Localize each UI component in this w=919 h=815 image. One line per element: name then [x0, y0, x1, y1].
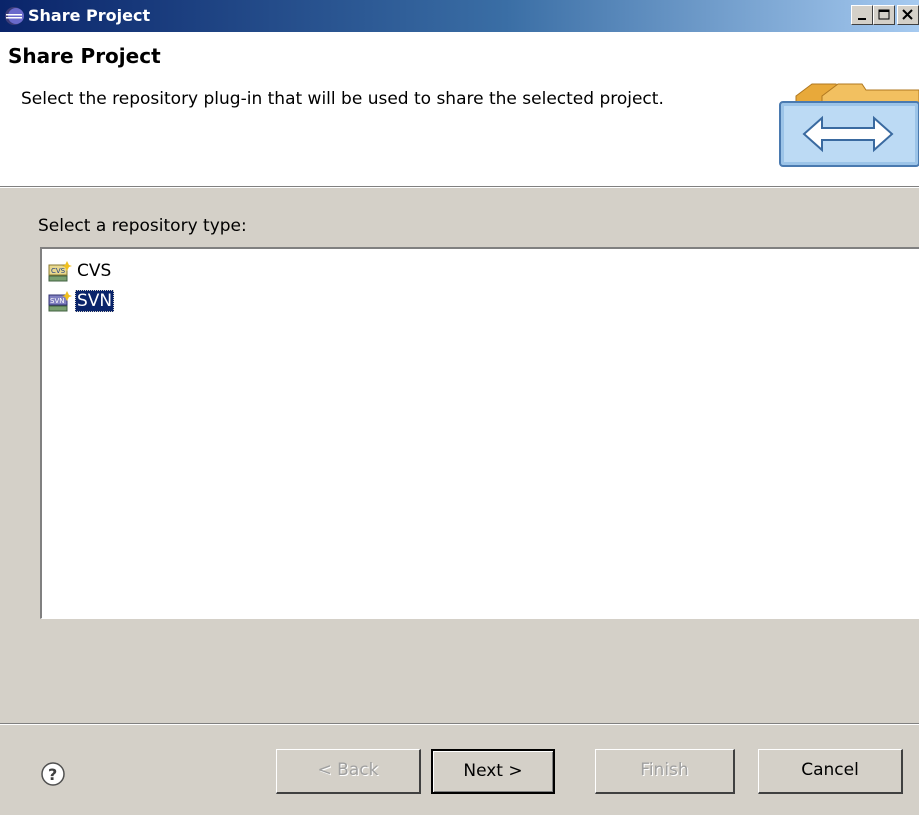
header-separator-highlight	[0, 187, 919, 188]
page-title: Share Project	[8, 44, 161, 68]
repository-type-list[interactable]: CVS CVS SVN SVN	[40, 247, 919, 619]
maximize-button[interactable]	[873, 5, 895, 25]
svg-text:?: ?	[48, 765, 57, 784]
close-button[interactable]	[897, 5, 919, 25]
close-icon	[902, 9, 913, 20]
cvs-repository-icon: CVS	[48, 261, 72, 282]
eclipse-icon	[5, 7, 24, 25]
svg-text:CVS: CVS	[51, 267, 66, 275]
finish-button[interactable]: Finish	[595, 749, 735, 794]
minimize-button[interactable]	[851, 5, 873, 25]
share-project-banner-icon	[779, 83, 919, 167]
list-item-label: SVN	[75, 290, 115, 312]
maximize-icon	[878, 9, 890, 20]
list-item-label: CVS	[77, 261, 112, 281]
footer-separator-highlight	[0, 724, 919, 725]
page-description: Select the repository plug-in that will …	[21, 89, 664, 109]
svg-text:SVN: SVN	[50, 297, 64, 305]
minimize-icon	[858, 18, 866, 20]
back-button[interactable]: < Back	[276, 749, 421, 794]
help-icon[interactable]: ?	[40, 761, 66, 787]
next-button[interactable]: Next >	[431, 749, 555, 794]
title-bar: Share Project	[0, 0, 919, 32]
window-title: Share Project	[28, 6, 151, 25]
cancel-button[interactable]: Cancel	[758, 749, 903, 794]
svn-repository-icon: SVN	[48, 291, 72, 312]
repository-type-label: Select a repository type:	[38, 216, 247, 236]
